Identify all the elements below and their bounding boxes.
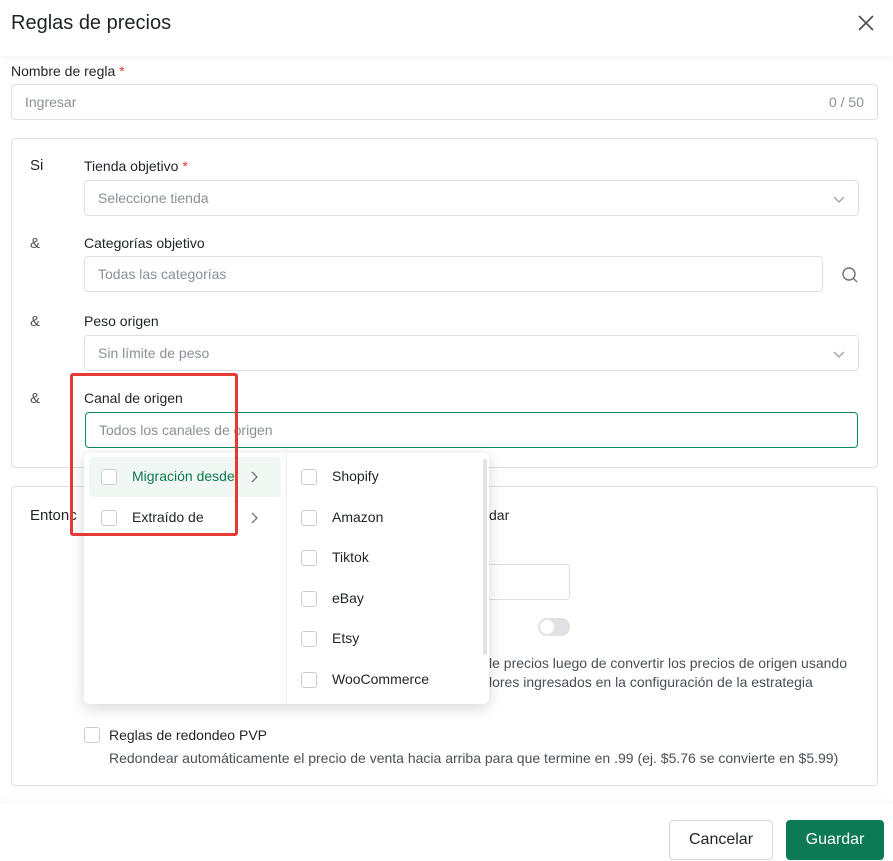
strategy-toggle[interactable] <box>538 618 570 636</box>
rounding-label: Reglas de redondeo PVP <box>109 727 267 743</box>
chevron-down-icon <box>833 351 845 358</box>
and-label: & <box>30 313 41 330</box>
rule-name-placeholder: Ingresar <box>25 94 77 110</box>
and-label: & <box>30 235 41 252</box>
rounding-description: Redondear automáticamente el precio de v… <box>109 750 839 766</box>
then-text-fragment: dar <box>489 507 510 523</box>
dropdown-option-label: WooCommerce <box>332 671 429 687</box>
rule-name-label: Nombre de regla * <box>11 63 125 79</box>
dropdown-option-etsy[interactable]: Etsy <box>289 619 479 659</box>
cancel-button[interactable]: Cancelar <box>669 820 773 860</box>
checkbox[interactable] <box>301 591 317 607</box>
dropdown-divider <box>286 453 287 704</box>
target-categories-input[interactable]: Todas las categorías <box>84 256 823 292</box>
target-store-label-text: Tienda objetivo <box>84 158 179 174</box>
target-categories-placeholder: Todas las categorías <box>98 266 227 282</box>
then-description-line2: lores ingresados en la configuración de … <box>489 674 813 690</box>
required-mark: * <box>182 158 188 174</box>
chevron-down-icon <box>833 196 845 203</box>
checkbox[interactable] <box>301 631 317 647</box>
dropdown-option-ebay[interactable]: eBay <box>289 579 479 619</box>
dropdown-option-woocommerce[interactable]: WooCommerce <box>289 660 479 700</box>
rounding-checkbox[interactable] <box>84 727 100 743</box>
then-label: Entonc <box>30 507 77 524</box>
if-label: Si <box>30 157 44 174</box>
rule-name-label-text: Nombre de regla <box>11 63 116 79</box>
target-store-select[interactable]: Seleccione tienda <box>84 180 859 216</box>
dropdown-scrollbar[interactable] <box>483 459 487 655</box>
dropdown-item-extracted[interactable]: Extraído de <box>89 498 281 538</box>
then-description-line1: le precios luego de convertir los precio… <box>489 655 847 671</box>
source-channel-input[interactable]: Todos los canales de origen <box>85 412 858 448</box>
checkbox[interactable] <box>301 510 317 526</box>
required-mark: * <box>119 63 125 79</box>
dropdown-option-label: Tiktok <box>332 549 369 565</box>
dropdown-option-label: eBay <box>332 590 364 606</box>
checkbox[interactable] <box>101 510 117 526</box>
checkbox[interactable] <box>301 672 317 688</box>
value-input[interactable] <box>489 564 570 600</box>
search-icon[interactable] <box>841 266 859 284</box>
dialog-title: Reglas de precios <box>11 12 172 34</box>
checkbox[interactable] <box>101 469 117 485</box>
target-store-label: Tienda objetivo * <box>84 158 188 174</box>
dropdown-item-migration[interactable]: Migración desde <box>89 457 281 497</box>
dropdown-item-label: Extraído de <box>132 509 204 525</box>
source-channel-label: Canal de origen <box>84 390 183 406</box>
dropdown-option-label: Amazon <box>332 509 384 525</box>
target-store-placeholder: Seleccione tienda <box>98 190 209 206</box>
rule-name-counter: 0 / 50 <box>828 94 864 110</box>
target-categories-label: Categorías objetivo <box>84 235 205 251</box>
source-weight-label: Peso origen <box>84 313 159 329</box>
checkbox[interactable] <box>301 550 317 566</box>
source-channel-placeholder: Todos los canales de origen <box>99 422 273 438</box>
dropdown-option-shopify[interactable]: Shopify <box>289 457 479 497</box>
source-weight-select[interactable]: Sin límite de peso <box>84 335 859 371</box>
rule-name-input[interactable]: Ingresar 0 / 50 <box>11 84 878 120</box>
and-label: & <box>30 390 41 407</box>
dropdown-option-tiktok[interactable]: Tiktok <box>289 538 479 578</box>
source-channel-dropdown: Migración desde Extraído de Shopify Amaz… <box>84 453 489 704</box>
dropdown-option-label: Etsy <box>332 630 360 646</box>
chevron-right-icon <box>251 512 258 524</box>
dropdown-option-amazon[interactable]: Amazon <box>289 498 479 538</box>
checkbox[interactable] <box>301 469 317 485</box>
close-icon[interactable] <box>855 12 877 34</box>
chevron-right-icon <box>251 471 258 483</box>
dropdown-item-label: Migración desde <box>132 468 235 484</box>
source-weight-placeholder: Sin límite de peso <box>98 345 210 361</box>
dialog-header: Reglas de precios <box>0 0 893 56</box>
dropdown-option-label: Shopify <box>332 468 379 484</box>
save-button[interactable]: Guardar <box>786 820 884 860</box>
